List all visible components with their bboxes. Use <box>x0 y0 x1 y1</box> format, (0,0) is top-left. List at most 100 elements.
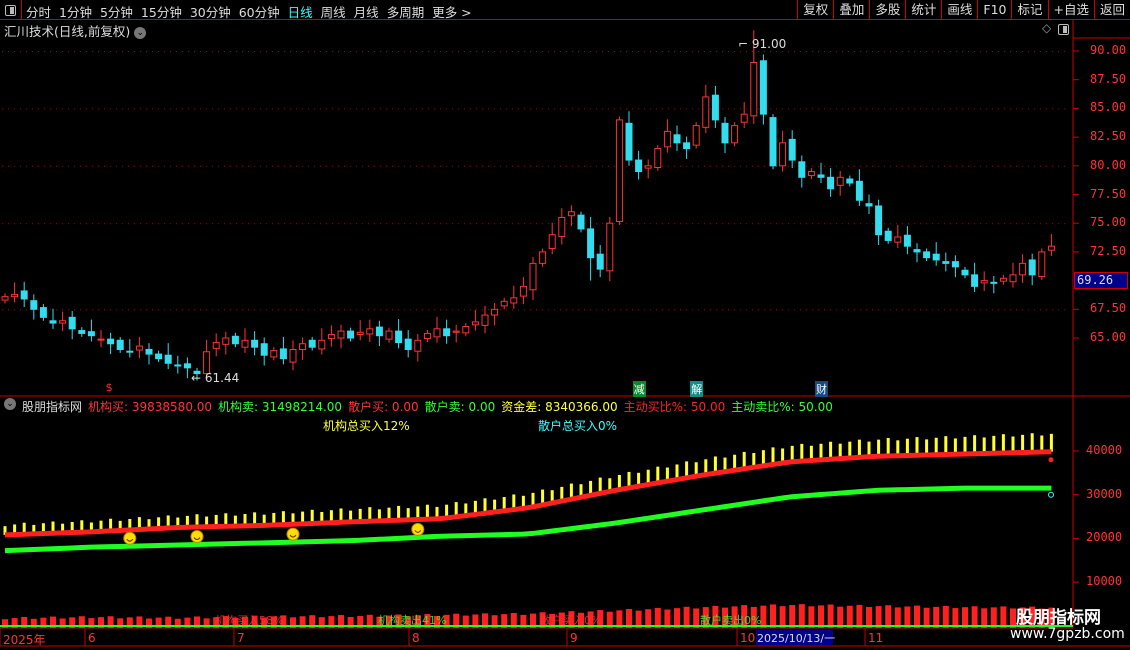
gridline-dot <box>500 223 501 225</box>
gridline-dot <box>578 51 579 52</box>
gridline-dot <box>830 309 831 311</box>
gridline-dot <box>884 309 885 311</box>
gridline-dot <box>50 165 51 167</box>
gridline-dot <box>944 223 945 225</box>
period-tab[interactable]: 15分钟 <box>141 2 182 21</box>
dropdown-icon[interactable]: ⌄ <box>134 26 147 39</box>
gridline-dot <box>512 309 513 311</box>
gridline-dot <box>776 223 777 225</box>
gridline-dot <box>284 223 285 225</box>
period-tab[interactable]: 日线 <box>288 2 313 21</box>
period-tab[interactable]: 多周期 <box>387 2 425 21</box>
gridline-dot <box>476 108 477 110</box>
gridline-dot <box>422 165 423 167</box>
gridline-dot <box>638 223 639 225</box>
period-tab[interactable]: 60分钟 <box>239 2 280 21</box>
gridline-dot <box>68 309 69 311</box>
panel-toggle-icon[interactable] <box>1058 24 1069 35</box>
gridline-dot <box>254 165 255 167</box>
event-marker[interactable]: $ <box>105 381 114 394</box>
gridline-dot <box>554 223 555 225</box>
period-tab[interactable]: 1分钟 <box>59 2 92 21</box>
gridline-dot <box>440 309 441 311</box>
period-tab[interactable]: 月线 <box>354 2 379 21</box>
gridline-dot <box>410 165 411 167</box>
gridline-dot <box>74 223 75 225</box>
toolbar-button[interactable]: 标记 <box>1011 0 1047 20</box>
period-tab[interactable]: 周线 <box>321 2 346 21</box>
candle-down <box>78 330 86 334</box>
time-label: 8 <box>412 631 420 645</box>
gridline-dot <box>110 108 111 110</box>
gridline-dot <box>416 51 417 52</box>
period-tab[interactable]: 5分钟 <box>100 2 133 21</box>
gridline-dot <box>230 309 231 311</box>
gridline-dot <box>182 51 183 52</box>
toolbar-button[interactable]: 返回 <box>1093 0 1130 20</box>
event-marker[interactable]: 减 <box>632 381 646 397</box>
gridline-dot <box>338 309 339 311</box>
gridline-dot <box>332 51 333 52</box>
gridline-dot <box>794 165 795 167</box>
gridline-dot <box>308 223 309 225</box>
gridline-dot <box>848 223 849 225</box>
toolbar-button[interactable]: 多股 <box>869 0 905 20</box>
gridline-dot <box>326 51 327 52</box>
candle-up <box>740 113 748 123</box>
gridline-dot <box>854 223 855 225</box>
collapse-icon[interactable]: ⌄ <box>4 398 16 410</box>
gridline-dot <box>98 309 99 311</box>
toolbar-button[interactable]: 统计 <box>905 0 941 20</box>
gridline-dot <box>1040 51 1041 52</box>
gridline-dot <box>134 223 135 225</box>
gridline-dot <box>902 223 903 225</box>
period-tab[interactable]: 更多 > <box>432 2 471 21</box>
gridline-dot <box>1016 165 1017 167</box>
toolbar-button[interactable]: F10 <box>977 0 1011 20</box>
indicator-name[interactable]: 股朋指标网 <box>22 398 82 415</box>
diamond-icon[interactable]: ◇ <box>1042 21 1051 35</box>
toolbar-button[interactable]: 复权 <box>797 0 833 20</box>
gridline-dot <box>536 165 537 167</box>
toolbar-button[interactable]: 画线 <box>941 0 977 20</box>
gridline-dot <box>440 51 441 52</box>
gridline-dot <box>224 108 225 110</box>
gridline-dot <box>530 165 531 167</box>
gridline-dot <box>296 309 297 311</box>
gridline-dot <box>764 51 765 52</box>
event-marker[interactable]: 财 <box>815 381 828 397</box>
chart-title[interactable]: 汇川技术(日线,前复权) ⌄ <box>4 21 147 40</box>
toolbar-button[interactable]: +自选 <box>1047 0 1094 20</box>
period-tab[interactable]: 30分钟 <box>190 2 231 21</box>
gridline-dot <box>446 51 447 52</box>
gridline-dot <box>482 165 483 167</box>
candle-down <box>673 134 681 144</box>
gridline-dot <box>206 309 207 311</box>
gridline-dot <box>758 108 759 110</box>
gridline-dot <box>56 309 57 311</box>
chart-canvas[interactable] <box>0 0 1130 650</box>
gridline-dot <box>350 108 351 110</box>
gridline-dot <box>344 108 345 110</box>
gridline-dot <box>848 309 849 311</box>
gridline-dot <box>62 108 63 110</box>
gridline-dot <box>1064 51 1065 52</box>
gridline-dot <box>200 223 201 225</box>
sidebar-toggle-button[interactable] <box>0 0 22 20</box>
candle-down <box>596 253 604 270</box>
gridline-dot <box>854 51 855 52</box>
gridline-dot <box>524 223 525 225</box>
gridline-dot <box>494 223 495 225</box>
smiley-icon <box>123 531 137 545</box>
gridline-dot <box>584 309 585 311</box>
indicator-tick-label: 40000 <box>1086 443 1123 457</box>
gridline-dot <box>968 309 969 311</box>
period-tab[interactable]: 分时 <box>26 2 51 21</box>
toolbar-button[interactable]: 叠加 <box>833 0 869 20</box>
event-marker[interactable]: 解 <box>690 381 704 397</box>
gridline-dot <box>728 165 729 167</box>
gridline-dot <box>524 51 525 52</box>
candle-down <box>635 159 643 173</box>
gridline-dot <box>350 223 351 225</box>
gridline-dot <box>482 108 483 110</box>
